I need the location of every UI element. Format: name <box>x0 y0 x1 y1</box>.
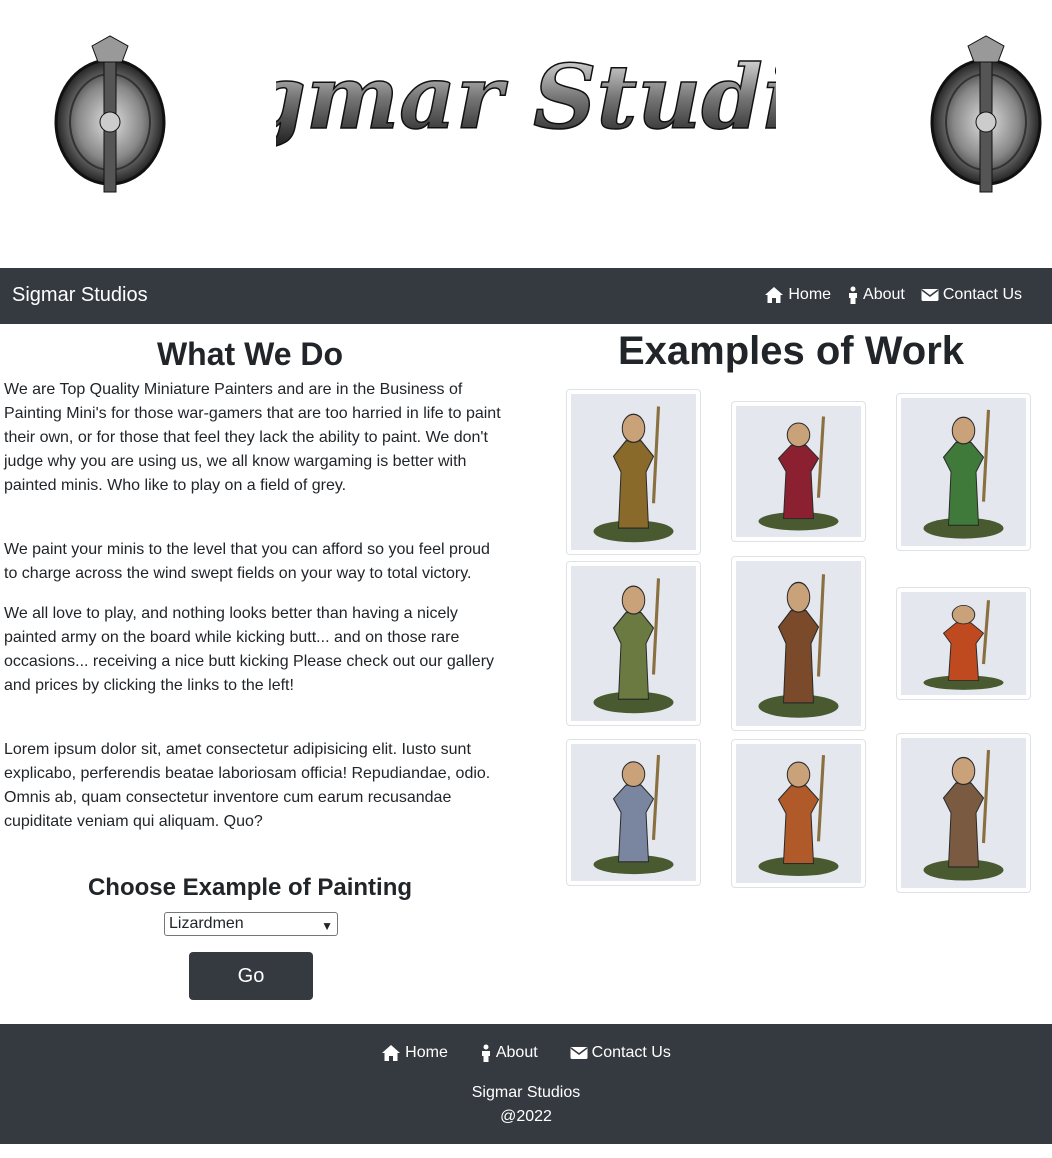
footer-copyright: @2022 <box>500 1108 552 1125</box>
person-icon <box>849 286 858 304</box>
miniature-photo <box>571 394 696 550</box>
nav-link-home[interactable]: Home <box>764 286 831 304</box>
miniature-beastman[interactable] <box>896 733 1031 893</box>
nav-link-label: About <box>863 286 905 303</box>
nav-link-about[interactable]: About <box>847 286 905 304</box>
example-select[interactable]: Lizardmen ▼ <box>164 912 338 936</box>
miniature-chaos-lord[interactable] <box>566 389 701 555</box>
shield-emblem-icon <box>52 32 168 198</box>
miniature-photo <box>901 398 1026 546</box>
footer-link-label: About <box>495 1044 538 1061</box>
shield-emblem-icon <box>928 32 1044 198</box>
miniature-red-robed-priest[interactable] <box>731 401 866 542</box>
miniature-photo <box>571 744 696 881</box>
footer-link-label: Home <box>405 1044 448 1061</box>
miniature-photo <box>901 592 1026 695</box>
navbar-links: Home About Contact Us <box>764 286 1022 304</box>
intro-paragraph: Lorem ipsum dolor sit, amet consectetur … <box>4 741 491 830</box>
miniature-blue-coat-officer[interactable] <box>566 739 701 886</box>
home-icon <box>765 287 784 303</box>
miniature-photo <box>571 566 696 721</box>
chevron-down-icon: ▼ <box>321 919 333 933</box>
miniature-photo <box>736 744 861 883</box>
intro-paragraph: We paint your minis to the level that yo… <box>4 541 490 582</box>
miniature-green-marine[interactable] <box>896 393 1031 551</box>
footer-link-contact[interactable]: Contact Us <box>570 1044 671 1062</box>
miniature-commissar-sword[interactable] <box>566 561 701 726</box>
intro-paragraph: We are Top Quality Miniature Painters an… <box>4 381 501 494</box>
miniature-ogre[interactable] <box>731 556 866 731</box>
example-select-value: Lizardmen <box>169 915 244 932</box>
go-button[interactable]: Go <box>189 952 313 1000</box>
nav-link-label: Home <box>788 286 832 303</box>
nav-link-contact[interactable]: Contact Us <box>921 286 1022 304</box>
footer-brand: Sigmar Studios <box>471 1084 581 1101</box>
miniature-photo <box>736 561 861 726</box>
sigmar-studios-logo: Sigmar Studios <box>147 0 906 180</box>
navbar-brand[interactable]: Sigmar Studios <box>12 284 148 307</box>
what-we-do-heading: What We Do <box>156 336 344 372</box>
miniature-skink-shaman[interactable] <box>731 739 866 888</box>
footer-link-label: Contact Us <box>591 1044 671 1061</box>
envelope-icon <box>570 1047 588 1059</box>
examples-heading: Examples of Work <box>617 329 965 373</box>
header-banner: Sigmar Studios <box>0 0 1052 268</box>
footer-link-about[interactable]: About <box>480 1044 538 1062</box>
miniature-photo <box>736 406 861 537</box>
miniature-photo <box>901 738 1026 888</box>
footer: Home About Contact Us Sigmar Studios @20… <box>0 1024 1052 1144</box>
svg-text:Sigmar Studios: Sigmar Studios <box>276 45 776 149</box>
person-icon <box>481 1044 490 1062</box>
footer-links: Home About Contact Us <box>0 1044 1052 1062</box>
footer-link-home[interactable]: Home <box>381 1044 448 1062</box>
choose-example-heading: Choose Example of Painting <box>87 874 413 901</box>
top-navbar: Sigmar Studios Home About Contact Us <box>0 268 1052 324</box>
miniature-lizard-rider[interactable] <box>896 587 1031 700</box>
envelope-icon <box>921 289 939 301</box>
examples-section: Examples of Work <box>530 324 1052 374</box>
nav-link-label: Contact Us <box>942 286 1022 303</box>
intro-paragraph: We all love to play, and nothing looks b… <box>4 605 495 694</box>
home-icon <box>382 1045 401 1061</box>
what-we-do-section: What We Do We are Top Quality Miniature … <box>0 324 501 1000</box>
